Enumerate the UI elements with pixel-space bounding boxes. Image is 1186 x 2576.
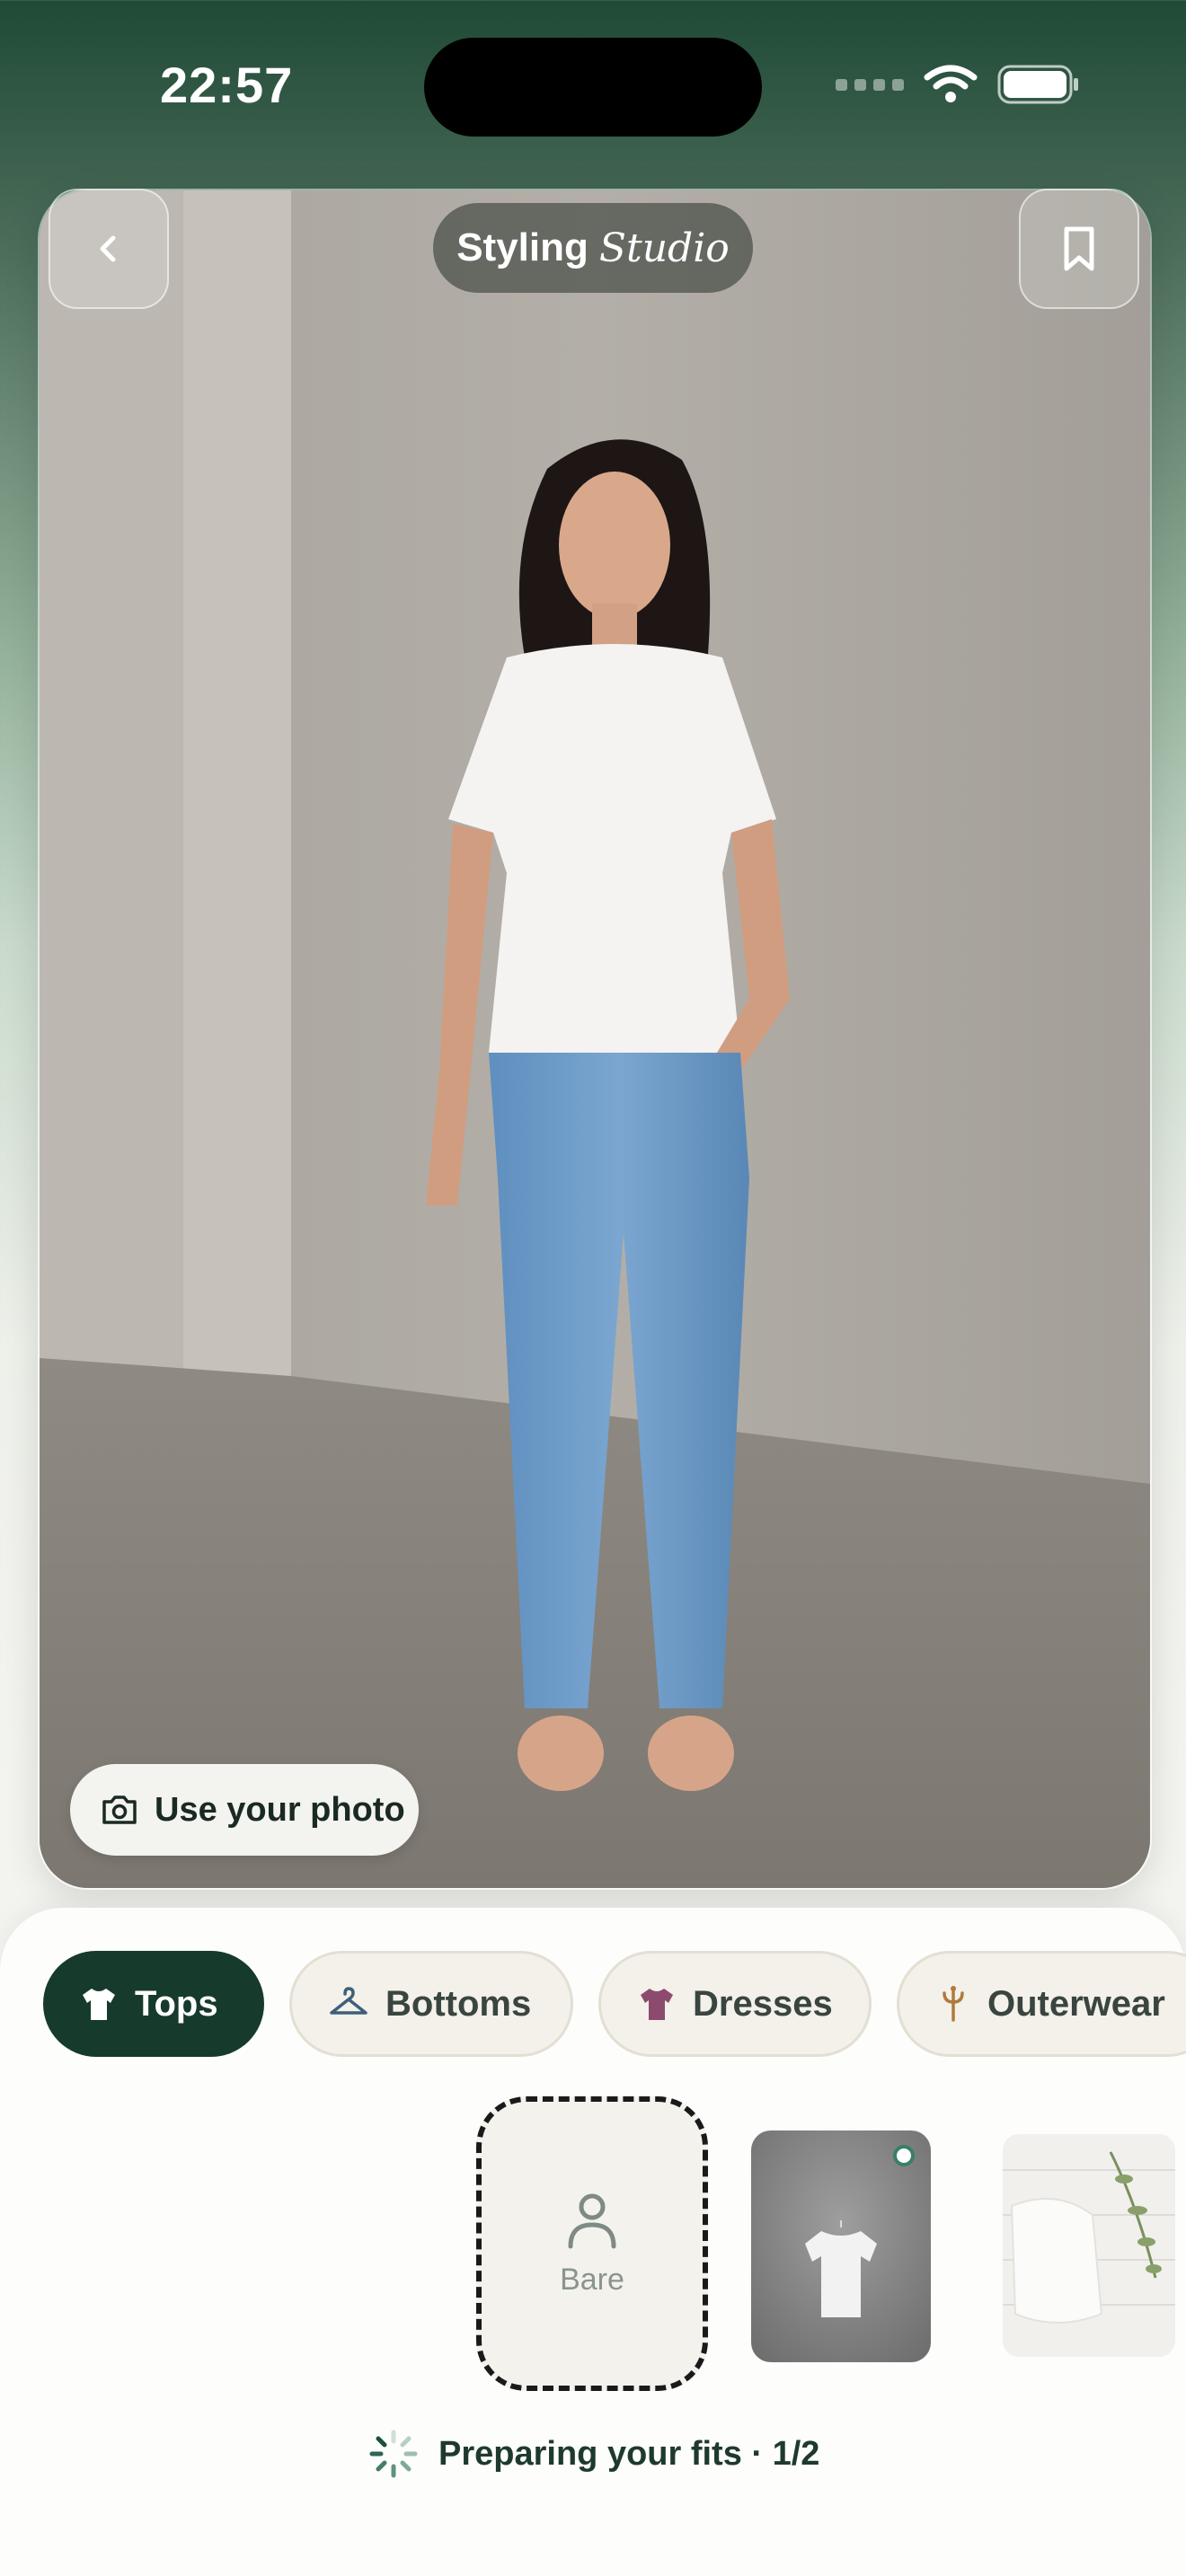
bare-option[interactable]: Bare (476, 2096, 708, 2391)
coat-hook-icon (943, 1986, 964, 2022)
back-button[interactable] (49, 189, 169, 309)
category-label-tops: Tops (135, 1983, 218, 2024)
outfit-thumbnail-folded[interactable] (1003, 2134, 1175, 2357)
progress-label: Preparing your fits · 1/2 (438, 2434, 820, 2473)
battery-icon (997, 65, 1078, 104)
bare-option-label: Bare (560, 2262, 624, 2297)
bookmark-icon (1064, 226, 1094, 271)
use-your-photo-label: Use your photo (155, 1790, 405, 1829)
person-icon (568, 2193, 616, 2248)
tee-thumbnail-image (751, 2130, 931, 2362)
category-chip-bottoms[interactable]: Bottoms (289, 1951, 573, 2057)
category-label-dresses: Dresses (693, 1983, 833, 2024)
hanger-icon (330, 1987, 367, 2015)
folded-item-thumbnail-image (1003, 2134, 1175, 2357)
status-icons (836, 65, 1080, 104)
category-chip-outerwear[interactable]: Outerwear (897, 1951, 1186, 2057)
category-label-bottoms: Bottoms (385, 1983, 532, 2024)
title-bold: Styling (456, 225, 589, 269)
progress-status: Preparing your fits · 1/2 (367, 2427, 819, 2481)
cellular-signal-icon (836, 78, 904, 91)
outfit-thumbnail-tee[interactable] (751, 2130, 931, 2362)
dynamic-island (424, 38, 762, 137)
category-chip-dresses[interactable]: Dresses (598, 1951, 872, 2057)
page-title: Styling Studio (433, 203, 753, 293)
wifi-icon (924, 65, 978, 102)
model-photo (38, 189, 1152, 1890)
chevron-left-icon (100, 235, 116, 262)
model-photo-image (40, 190, 1150, 1888)
status-time: 22:57 (160, 57, 294, 113)
selection-dot-icon (893, 2145, 915, 2166)
use-your-photo-button[interactable]: Use your photo (70, 1764, 419, 1856)
camera-icon (102, 1795, 137, 1824)
title-italic: Studio (598, 225, 730, 271)
tshirt-icon (83, 1989, 115, 2020)
loading-spinner-icon (369, 2430, 418, 2478)
category-label-outerwear: Outerwear (987, 1983, 1165, 2024)
category-chip-tops[interactable]: Tops (43, 1951, 264, 2057)
bookmark-button[interactable] (1019, 189, 1139, 309)
dress-icon (641, 1989, 673, 2020)
